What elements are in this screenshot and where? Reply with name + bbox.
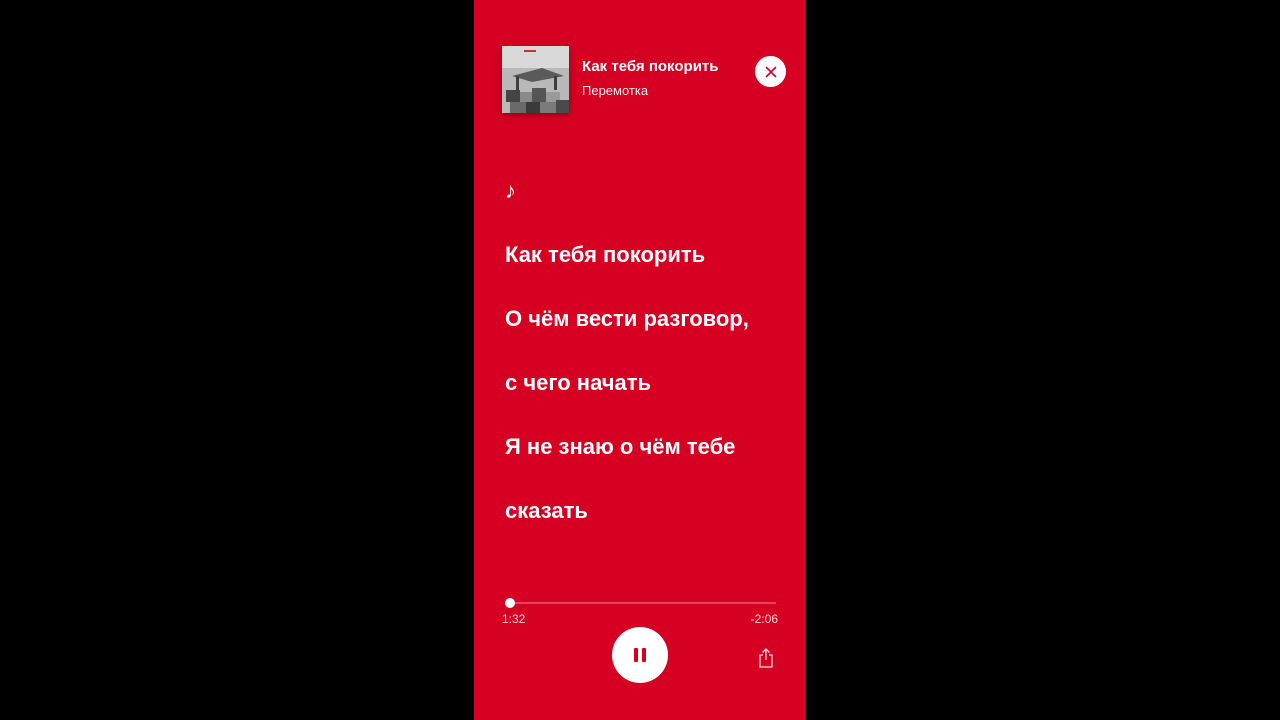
lyric-line: Я не знаю о чём тебе <box>505 434 736 459</box>
pause-icon <box>634 648 646 662</box>
album-cover <box>502 46 569 113</box>
lyric-line: с чего начать <box>505 370 652 395</box>
pause-button[interactable] <box>612 627 668 683</box>
lyrics-screen: Как тебя покорить Перемотка ♪ Как тебя п… <box>474 0 806 720</box>
lyric-line: сказать <box>505 498 588 523</box>
lyric-line: Как тебя покорить <box>505 242 706 267</box>
now-playing-header: Как тебя покорить Перемотка <box>502 46 792 114</box>
close-button[interactable] <box>755 56 786 87</box>
track-title: Как тебя покорить <box>582 58 719 75</box>
share-icon <box>759 648 773 668</box>
elapsed-time: 1:32 <box>502 612 526 626</box>
track-artist: Перемотка <box>582 83 649 98</box>
progress-handle[interactable] <box>504 598 515 608</box>
close-icon <box>765 66 776 77</box>
remaining-time: -2:06 <box>750 612 778 626</box>
progress-bar[interactable] <box>504 598 776 608</box>
lyric-line: О чём вести разговор, <box>505 306 749 331</box>
music-note-icon: ♪ <box>505 178 516 203</box>
share-button[interactable] <box>755 646 777 670</box>
